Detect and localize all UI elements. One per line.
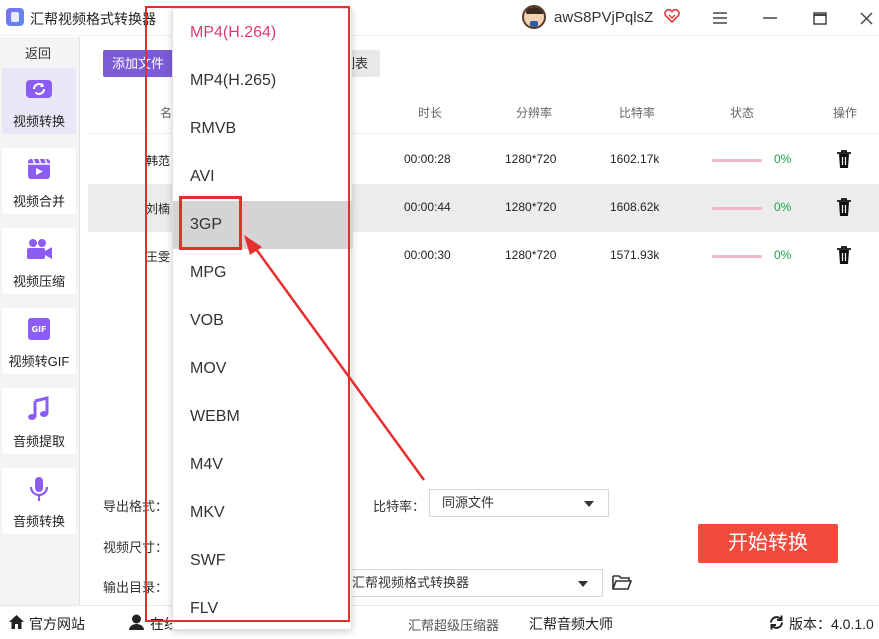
video-merge-icon (28, 158, 50, 179)
chevron-down-icon (584, 501, 594, 507)
audio-master-link[interactable]: 汇帮音频大师 (529, 614, 613, 634)
bitrate-select[interactable]: 同源文件 (429, 489, 609, 517)
format-option-3gp[interactable]: 3GP (173, 201, 353, 249)
version-label: 版本：4.0.1.0 (789, 616, 874, 632)
output-dir-label: 输出目录： (103, 580, 169, 595)
header-bitrate: 比特率 (619, 106, 656, 120)
header-status: 状态 (730, 106, 755, 120)
format-option-rmvb[interactable]: RMVB (173, 105, 353, 153)
format-option-vob[interactable]: VOB (173, 297, 353, 345)
minimize-icon[interactable] (758, 6, 782, 30)
format-option-mov[interactable]: MOV (173, 345, 353, 393)
microphone-icon (29, 477, 49, 501)
sidebar-item-audio-convert[interactable]: 音频转换 (2, 468, 76, 534)
music-note-icon (28, 396, 49, 420)
user-avatar[interactable] (522, 5, 546, 29)
format-option-mpg[interactable]: MPG (173, 249, 353, 297)
progress-bar (712, 207, 762, 210)
file-name: 王雯 (146, 250, 171, 264)
progress-percent: 0% (774, 248, 792, 262)
sidebar-item-video-convert[interactable]: 视频转换 (2, 68, 76, 134)
output-dir-value: 汇帮视频格式转换器 (352, 575, 470, 590)
trash-icon[interactable] (836, 245, 852, 265)
file-resolution: 1280*720 (505, 152, 557, 166)
format-option-flv[interactable]: FLV (173, 585, 353, 633)
export-format-label: 导出格式： (103, 499, 169, 514)
sidebar-item-label: 音频转换 (12, 514, 65, 529)
svg-text:GIF: GIF (31, 325, 46, 334)
add-file-button[interactable]: 添加文件 (103, 50, 173, 77)
official-site-link[interactable]: 官方网站 (29, 614, 85, 634)
header-action: 操作 (833, 106, 858, 120)
sidebar-item-video-compress[interactable]: 视频压缩 (2, 228, 76, 294)
header-duration: 时长 (418, 106, 443, 120)
menu-icon[interactable] (708, 6, 732, 30)
start-convert-button[interactable]: 开始转换 (698, 524, 838, 563)
home-icon (9, 615, 24, 629)
file-duration: 00:00:30 (404, 248, 451, 262)
file-duration: 00:00:44 (404, 200, 451, 214)
sidebar: 返回 视频转换 视频合并 视频压缩 GIF 视频转GIF 音频提取 音频转换 (0, 37, 80, 605)
output-dir-select[interactable]: 汇帮视频格式转换器 (340, 569, 603, 597)
format-option-swf[interactable]: SWF (173, 537, 353, 585)
progress-percent: 0% (774, 200, 792, 214)
gif-icon: GIF (28, 318, 50, 340)
chevron-down-icon (578, 581, 588, 587)
format-option-mp4-h265[interactable]: MP4(H.265) (173, 57, 353, 105)
refresh-icon[interactable] (768, 614, 785, 631)
file-resolution: 1280*720 (505, 248, 557, 262)
sidebar-item-label: 视频合并 (12, 194, 65, 209)
trash-icon[interactable] (836, 197, 852, 217)
close-icon[interactable] (854, 6, 878, 30)
sidebar-item-video-gif[interactable]: GIF 视频转GIF (2, 308, 76, 374)
title-bar: 汇帮视频格式转换器 awS8PVjPqlsZ (0, 0, 879, 36)
sidebar-item-label: 音频提取 (12, 434, 65, 449)
format-option-avi[interactable]: AVI (173, 153, 353, 201)
sidebar-item-label: 视频转换 (12, 114, 65, 129)
file-duration: 00:00:28 (404, 152, 451, 166)
file-resolution: 1280*720 (505, 200, 557, 214)
video-size-label: 视频尺寸： (103, 540, 169, 555)
format-dropdown: MP4(H.264) MP4(H.265) RMVB AVI 3GP MPG V… (172, 8, 353, 633)
app-title: 汇帮视频格式转换器 (30, 11, 156, 27)
username[interactable]: awS8PVjPqlsZ (554, 9, 653, 26)
file-bitrate: 1602.17k (610, 152, 660, 166)
progress-bar (712, 159, 762, 162)
file-bitrate: 1571.93k (610, 248, 660, 262)
header-name: 名 (160, 106, 173, 120)
progress-percent: 0% (774, 152, 792, 166)
format-option-webm[interactable]: WEBM (173, 393, 353, 441)
format-option-mp4-h264[interactable]: MP4(H.264) (173, 9, 353, 57)
file-name: 刘楠 (146, 202, 171, 216)
bitrate-label: 比特率： (373, 499, 426, 514)
format-option-m4v[interactable]: M4V (173, 441, 353, 489)
file-name: 韩范 (146, 154, 171, 168)
compressor-link[interactable]: 汇帮超级压缩器 (408, 615, 499, 634)
sidebar-item-video-merge[interactable]: 视频合并 (2, 148, 76, 214)
vip-heart-icon[interactable] (664, 8, 680, 24)
sidebar-item-label: 视频压缩 (12, 274, 65, 289)
header-resolution: 分辨率 (516, 106, 553, 120)
footer: 官方网站 在线客服 汇帮超级压缩器 汇帮音频大师 版本：4.0.1.0 (0, 605, 879, 639)
sidebar-item-audio-extract[interactable]: 音频提取 (2, 388, 76, 454)
maximize-icon[interactable] (808, 6, 832, 30)
file-bitrate: 1608.62k (610, 200, 660, 214)
video-camera-icon (27, 239, 52, 259)
format-option-mkv[interactable]: MKV (173, 489, 353, 537)
trash-icon[interactable] (836, 149, 852, 169)
support-person-icon (129, 614, 144, 630)
folder-open-icon[interactable] (612, 574, 632, 590)
sidebar-item-label: 视频转GIF (8, 354, 70, 369)
app-logo-icon (6, 8, 24, 26)
back-button[interactable]: 返回 (0, 43, 76, 63)
video-convert-icon (26, 80, 52, 98)
progress-bar (712, 255, 762, 258)
bitrate-select-value: 同源文件 (442, 495, 495, 510)
